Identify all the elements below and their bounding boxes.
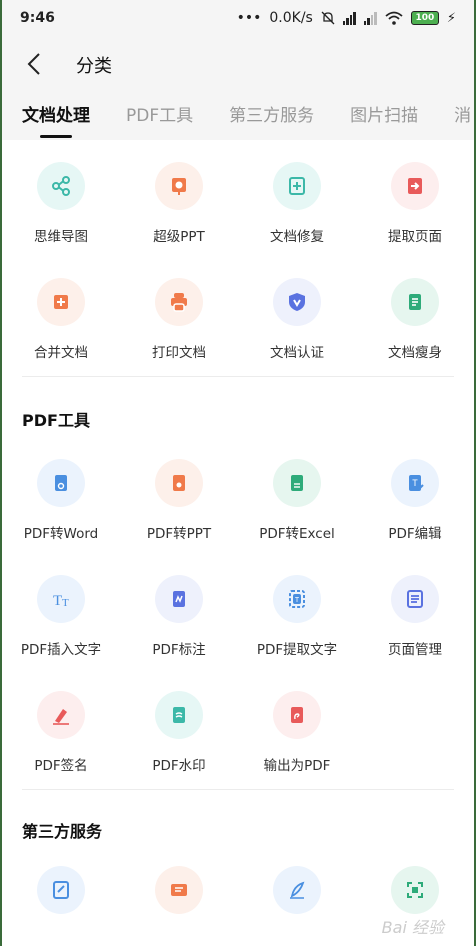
tool-item-verify[interactable]: 文档认证 xyxy=(238,256,356,372)
tool-item-label: PDF转PPT xyxy=(146,526,212,542)
tab-doc-processing[interactable]: 文档处理 xyxy=(22,92,90,140)
doc-service-icon xyxy=(37,866,85,914)
category-tabs: 文档处理 PDF工具 第三方服务 图片扫描 消 xyxy=(2,92,474,140)
extract-text-icon: T xyxy=(273,575,321,623)
tab-third-party[interactable]: 第三方服务 xyxy=(229,92,314,140)
tool-item-pdf-to-ppt[interactable]: PDF转PPT xyxy=(120,437,238,553)
tool-item-merge-doc[interactable]: 合并文档 xyxy=(2,256,120,372)
tool-item-pdf-edit[interactable]: T PDF编辑 xyxy=(356,437,474,553)
page-manage-icon xyxy=(391,575,439,623)
tool-item-label: 页面管理 xyxy=(388,642,442,658)
verify-icon xyxy=(273,278,321,326)
tool-item-pdf-to-word[interactable]: PDF转Word xyxy=(2,437,120,553)
tool-item-label: PDF编辑 xyxy=(388,526,442,542)
tool-item-print[interactable]: 打印文档 xyxy=(120,256,238,372)
tool-item-mindmap[interactable]: 思维导图 xyxy=(2,140,120,256)
page-title: 分类 xyxy=(76,56,112,77)
pdf-tools-grid: PDF转Word PDF转PPT PDF转Excel T PDF编辑 T T PDF插入文字 P… xyxy=(2,437,474,785)
pdf-to-word-icon xyxy=(37,459,85,507)
svg-text:T: T xyxy=(62,597,69,609)
form-service-icon xyxy=(155,866,203,914)
tool-item-sign-service[interactable] xyxy=(238,844,356,946)
tool-item-label: 文档认证 xyxy=(270,345,324,361)
tool-item-label: 输出为PDF xyxy=(263,758,331,774)
status-right: ••• 0.0K/s 100 ⚡ xyxy=(237,10,456,26)
tool-item-doc-service[interactable] xyxy=(2,844,120,946)
tool-item-label: 合并文档 xyxy=(34,345,88,361)
signal-2-icon xyxy=(363,11,377,25)
tool-item-label: 文档瘦身 xyxy=(388,345,442,361)
ppt-icon xyxy=(155,162,203,210)
tool-item-label: 思维导图 xyxy=(34,229,88,245)
tool-item-doc-repair[interactable]: 文档修复 xyxy=(238,140,356,256)
svg-text:T: T xyxy=(53,593,62,609)
tab-more[interactable]: 消 xyxy=(454,92,471,140)
signal-icon xyxy=(342,11,356,25)
export-pdf-icon xyxy=(273,691,321,739)
tool-item-form-service[interactable] xyxy=(120,844,238,946)
category-content: 思维导图 超级PPT 文档修复 提取页面 合并文档 打印文档 文档认证 文档瘦身 PDF工具 … xyxy=(2,140,474,946)
tool-item-page-manage[interactable]: 页面管理 xyxy=(356,553,474,669)
sign-service-icon xyxy=(273,866,321,914)
pdf-edit-icon: T xyxy=(391,459,439,507)
tool-item-label: 打印文档 xyxy=(152,345,206,361)
merge-doc-icon xyxy=(37,278,85,326)
charging-icon: ⚡ xyxy=(446,10,456,26)
tool-item-extract-text[interactable]: T PDF提取文字 xyxy=(238,553,356,669)
tool-item-slim-doc[interactable]: 文档瘦身 xyxy=(356,256,474,372)
doc-tools-grid: 思维导图 超级PPT 文档修复 提取页面合并文档 打印文档 文档认证 文档瘦身 xyxy=(2,140,474,372)
more-dots-icon: ••• xyxy=(236,10,262,26)
status-bar: 9:46 ••• 0.0K/s 100 ⚡ xyxy=(2,0,474,36)
tab-pdf-tools[interactable]: PDF工具 xyxy=(126,92,193,140)
tool-item-label: 文档修复 xyxy=(270,229,324,245)
tool-item-label: PDF水印 xyxy=(152,758,206,774)
signature-icon xyxy=(37,691,85,739)
pdf-section-title: PDF工具 xyxy=(22,411,90,430)
tool-item-label: PDF签名 xyxy=(34,758,88,774)
insert-text-icon: TT xyxy=(37,575,85,623)
svg-text:T: T xyxy=(412,478,418,488)
svg-text:T: T xyxy=(295,597,300,604)
tool-item-export-pdf[interactable]: 输出为PDF xyxy=(238,669,356,785)
tool-item-annotate[interactable]: PDF标注 xyxy=(120,553,238,669)
back-arrow-icon[interactable] xyxy=(22,51,48,77)
tool-item-signature[interactable]: PDF签名 xyxy=(2,669,120,785)
extract-page-icon xyxy=(391,162,439,210)
tool-item-extract-page[interactable]: 提取页面 xyxy=(356,140,474,256)
slim-doc-icon xyxy=(391,278,439,326)
status-time: 9:46 xyxy=(20,10,55,26)
tool-item-label: PDF插入文字 xyxy=(20,642,102,658)
tool-item-label: PDF转Word xyxy=(23,526,99,542)
pdf-to-ppt-icon xyxy=(155,459,203,507)
tool-item-watermark[interactable]: PDF水印 xyxy=(120,669,238,785)
watermark-icon xyxy=(155,691,203,739)
scan-service-icon xyxy=(391,866,439,914)
third-party-section-title: 第三方服务 xyxy=(22,822,103,841)
doc-repair-icon xyxy=(273,162,321,210)
section-divider xyxy=(22,789,454,790)
mindmap-icon xyxy=(37,162,85,210)
tool-item-insert-text[interactable]: T T PDF插入文字 xyxy=(2,553,120,669)
watermark-logo: Bai 经验 xyxy=(381,918,444,937)
tool-item-label: 提取页面 xyxy=(388,229,442,245)
tool-item-pdf-to-excel[interactable]: PDF转Excel xyxy=(238,437,356,553)
print-icon xyxy=(155,278,203,326)
tool-item-label: 超级PPT xyxy=(153,229,205,245)
pdf-to-excel-icon xyxy=(273,459,321,507)
network-speed: 0.0K/s xyxy=(269,10,313,26)
mute-bell-icon xyxy=(321,11,335,25)
app-header: 分类 xyxy=(2,36,474,92)
battery-icon: 100 xyxy=(410,11,439,25)
tool-item-label: PDF提取文字 xyxy=(256,642,338,658)
wifi-icon xyxy=(385,11,403,25)
tool-item-label: PDF标注 xyxy=(152,642,206,658)
tool-item-ppt[interactable]: 超级PPT xyxy=(120,140,238,256)
tab-image-scan[interactable]: 图片扫描 xyxy=(350,92,418,140)
section-divider xyxy=(22,376,454,377)
annotate-icon xyxy=(155,575,203,623)
tool-item-label: PDF转Excel xyxy=(259,526,335,542)
